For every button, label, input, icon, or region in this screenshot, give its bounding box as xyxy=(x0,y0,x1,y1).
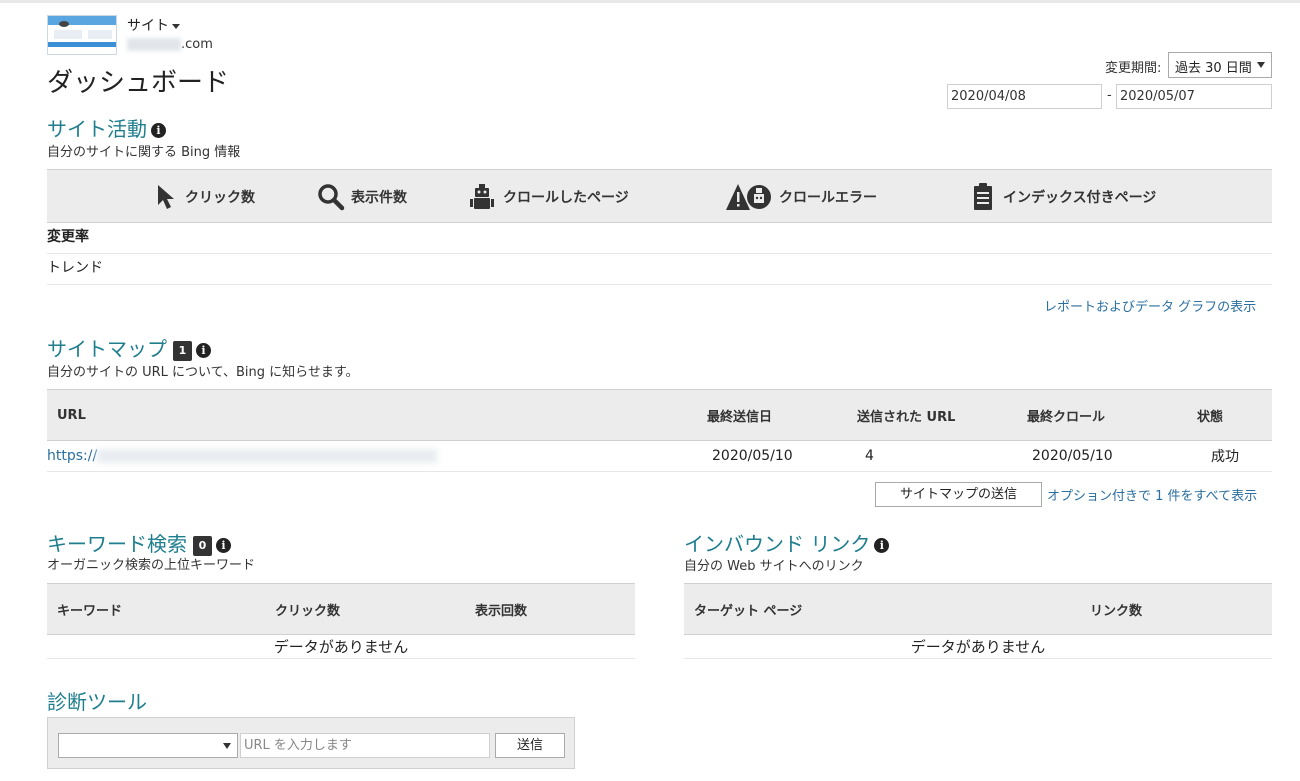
submit-sitemap-button[interactable]: サイトマップの送信 xyxy=(875,482,1042,507)
site-activity-subtitle: 自分のサイトに関する Bing 情報 xyxy=(47,145,241,160)
column-header-url[interactable]: URL xyxy=(47,389,697,441)
table-row: データがありません xyxy=(684,634,1272,659)
page-title: ダッシュボード xyxy=(47,68,230,98)
inbound-links-table: ターゲット ページ リンク数 データがありません xyxy=(684,583,1272,659)
metrics-bar: クリック数 表示件数 クロールしたページ クロールエラー インデックス付きページ xyxy=(47,169,1272,223)
robot-icon xyxy=(470,184,494,209)
site-domain: .com xyxy=(127,37,213,52)
diagnostic-url-input[interactable] xyxy=(240,733,490,758)
redacted-domain xyxy=(127,38,181,51)
inbound-links-title: インバウンド リンク i xyxy=(684,528,890,557)
metric-impressions[interactable]: 表示件数 xyxy=(317,182,407,212)
site-thumbnail[interactable] xyxy=(47,15,117,55)
dropdown-arrow-icon xyxy=(1257,62,1265,68)
metric-indexed-pages[interactable]: インデックス付きページ xyxy=(971,182,1156,212)
inbound-links-subtitle: 自分の Web サイトへのリンク xyxy=(684,559,864,574)
last-submitted-cell: 2020/05/10 xyxy=(697,440,847,472)
table-row: https:// 2020/05/10 4 2020/05/10 成功 xyxy=(47,440,1272,472)
top-border xyxy=(0,0,1300,3)
period-dropdown[interactable]: 過去 30 日間 xyxy=(1168,52,1272,78)
submitted-urls-cell: 4 xyxy=(847,440,1017,472)
table-row: データがありません xyxy=(47,634,635,659)
no-data-message: データがありません xyxy=(47,634,635,659)
diagnostics-title: 診断ツール xyxy=(47,690,147,714)
keywords-title: キーワード検索 0 i xyxy=(47,528,231,557)
info-icon[interactable]: i xyxy=(151,123,166,138)
dropdown-arrow-icon xyxy=(223,743,231,749)
crawl-error-icon xyxy=(726,184,771,210)
date-from-input[interactable] xyxy=(947,84,1102,109)
keywords-subtitle: オーガニック検索の上位キーワード xyxy=(47,558,256,573)
diagnostics-tool-box: 送信 xyxy=(47,717,575,769)
site-selector-label: サイト xyxy=(127,18,169,34)
column-header-impressions[interactable]: 表示回数 xyxy=(465,583,635,635)
metric-clicks[interactable]: クリック数 xyxy=(155,182,255,212)
no-data-message: データがありません xyxy=(684,634,1272,659)
info-icon[interactable]: i xyxy=(196,343,211,358)
clipboard-icon xyxy=(974,183,992,210)
column-header-last-submitted[interactable]: 最終送信日 xyxy=(697,389,847,441)
cursor-icon xyxy=(158,185,174,209)
sitemaps-table: URL 最終送信日 送信された URL 最終クロール 状態 https:// 2… xyxy=(47,389,1272,472)
sitemaps-subtitle: 自分のサイトの URL について、Bing に知らせます。 xyxy=(47,365,359,380)
info-icon[interactable]: i xyxy=(874,538,890,553)
info-icon[interactable]: i xyxy=(216,538,231,553)
column-header-target-page[interactable]: ターゲット ページ xyxy=(684,583,1080,635)
diagnostic-tool-dropdown[interactable] xyxy=(58,733,238,758)
status-cell: 成功 xyxy=(1187,440,1272,472)
redacted-url xyxy=(97,449,438,463)
view-report-link[interactable]: レポートおよびデータ グラフの表示 xyxy=(1044,296,1256,315)
site-activity-title: サイト活動 i xyxy=(47,113,166,142)
change-rate-row: 変更率 xyxy=(47,223,1272,254)
column-header-link-count[interactable]: リンク数 xyxy=(1080,583,1272,635)
date-separator: - xyxy=(1107,88,1112,103)
period-dropdown-value: 過去 30 日間 xyxy=(1175,61,1252,76)
sitemaps-count-badge: 1 xyxy=(173,340,192,361)
magnifier-icon xyxy=(318,184,345,211)
last-crawled-cell: 2020/05/10 xyxy=(1017,440,1187,472)
show-all-sitemaps-link[interactable]: オプション付きで 1 件をすべて表示 xyxy=(1047,485,1257,504)
column-header-keyword[interactable]: キーワード xyxy=(47,583,265,635)
keywords-count-badge: 0 xyxy=(193,535,212,556)
trend-row: トレンド xyxy=(47,254,1272,285)
date-to-input[interactable] xyxy=(1116,84,1272,109)
metric-crawled-pages[interactable]: クロールしたページ xyxy=(467,182,629,212)
caret-down-icon xyxy=(172,23,180,29)
period-label: 変更期間: xyxy=(1105,61,1162,76)
diagnostic-submit-button[interactable]: 送信 xyxy=(495,733,565,758)
column-header-last-crawled[interactable]: 最終クロール xyxy=(1017,389,1187,441)
sitemap-url-cell[interactable]: https:// xyxy=(47,440,697,472)
sitemap-url-link[interactable]: https:// xyxy=(47,448,97,464)
keywords-table: キーワード クリック数 表示回数 データがありません xyxy=(47,583,635,659)
sitemaps-title: サイトマップ 1 i xyxy=(47,333,211,362)
site-selector[interactable]: サイト xyxy=(127,15,180,35)
metric-crawl-errors[interactable]: クロールエラー xyxy=(725,182,877,212)
column-header-clicks[interactable]: クリック数 xyxy=(265,583,465,635)
column-header-submitted-urls[interactable]: 送信された URL xyxy=(847,389,1017,441)
column-header-status[interactable]: 状態 xyxy=(1187,389,1272,441)
